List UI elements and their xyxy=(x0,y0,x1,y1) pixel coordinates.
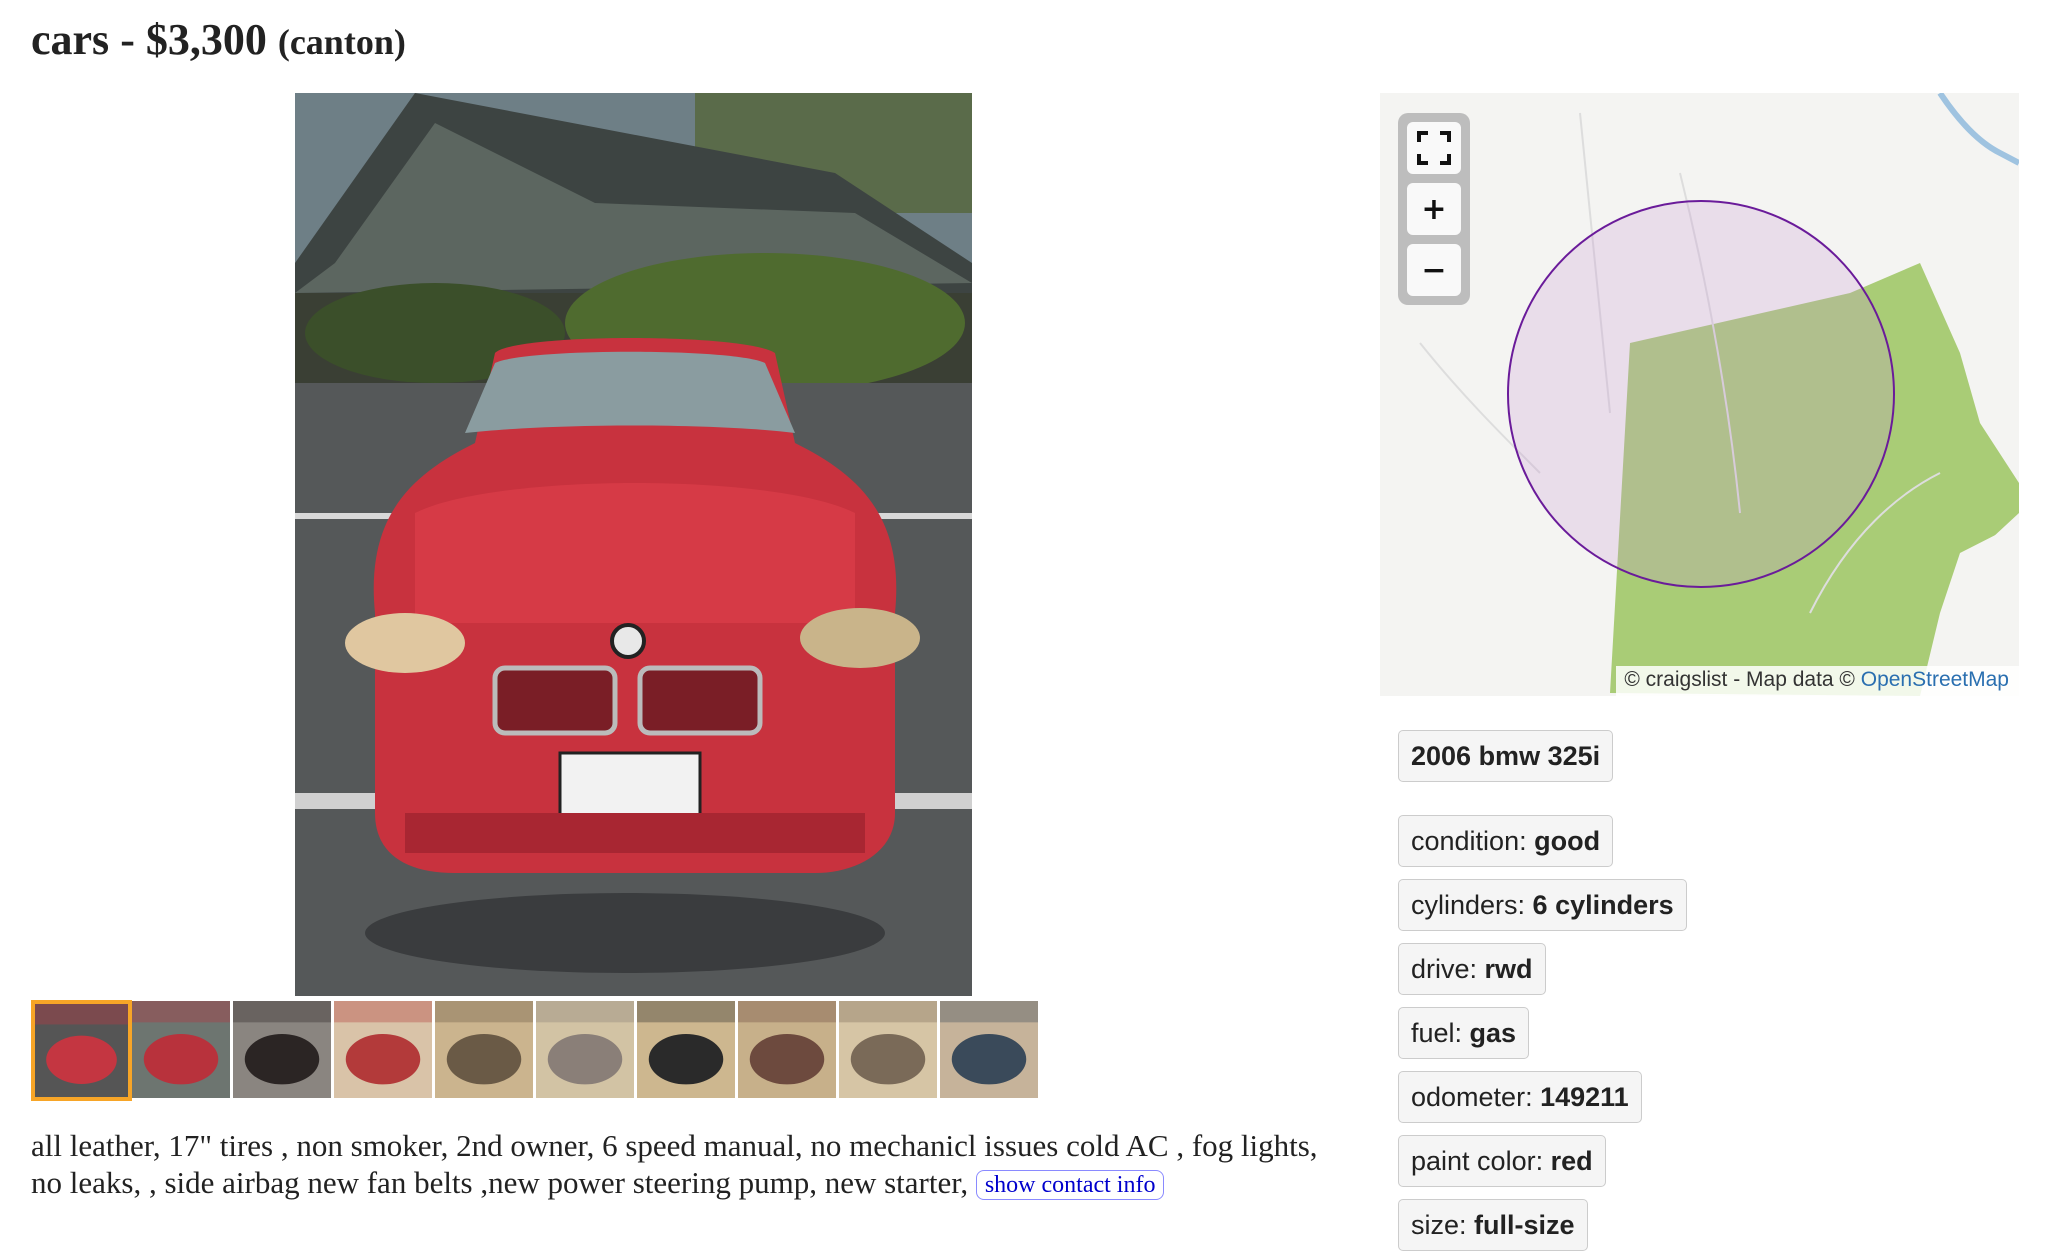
attribution-text: © craigslist - Map data © xyxy=(1624,668,1861,691)
attribute-value: gas xyxy=(1469,1018,1517,1048)
attribute-paint-color: paint color: red xyxy=(1398,1135,1606,1187)
thumbnail-4[interactable] xyxy=(334,1001,432,1098)
car-photo-image xyxy=(295,93,972,996)
attribute-label: drive: xyxy=(1411,954,1485,984)
attribute-label: cylinders: xyxy=(1411,890,1533,920)
show-contact-info-button[interactable]: show contact info xyxy=(975,1170,1165,1200)
attribute-value: red xyxy=(1550,1146,1593,1176)
attribute-size: size: full-size xyxy=(1398,1199,1588,1251)
main-photo[interactable] xyxy=(295,93,972,996)
location-text: (canton) xyxy=(277,22,406,62)
location-map[interactable]: + − © craigslist - Map data © OpenStreet… xyxy=(1380,93,2019,696)
vehicle-title: 2006 bmw 325i xyxy=(1411,741,1601,771)
openstreetmap-link[interactable]: OpenStreetMap xyxy=(1861,668,2009,691)
fullscreen-button[interactable] xyxy=(1407,122,1461,174)
attribute-value: full-size xyxy=(1474,1210,1575,1240)
attribute-label: fuel: xyxy=(1411,1018,1470,1048)
attribute-label: odometer: xyxy=(1411,1082,1541,1112)
attribute-label: paint color: xyxy=(1411,1146,1551,1176)
fullscreen-icon xyxy=(1417,131,1451,165)
thumbnail-9[interactable] xyxy=(839,1001,937,1098)
attribute-value: 149211 xyxy=(1540,1082,1629,1112)
attribute-value: 6 cylinders xyxy=(1532,890,1674,920)
thumbnail-1[interactable] xyxy=(31,1000,132,1101)
attribute-label: condition: xyxy=(1411,826,1535,856)
thumbnail-8[interactable] xyxy=(738,1001,836,1098)
posting-title: cars - $3,300 (canton) xyxy=(31,14,406,65)
zoom-out-button[interactable]: − xyxy=(1407,244,1461,296)
attribute-value: good xyxy=(1534,826,1601,856)
thumbnail-6[interactable] xyxy=(536,1001,634,1098)
attribute-value: rwd xyxy=(1484,954,1533,984)
category-text: cars xyxy=(31,15,110,64)
attribute-condition: condition: good xyxy=(1398,815,1614,867)
attribute-drive: drive: rwd xyxy=(1398,943,1546,995)
attribute-vehicle-title: 2006 bmw 325i xyxy=(1398,730,1614,782)
price-text: $3,300 xyxy=(145,15,267,64)
posting-body: all leather, 17" tires , non smoker, 2nd… xyxy=(31,1127,1331,1201)
thumbnail-3[interactable] xyxy=(233,1001,331,1098)
attribute-fuel: fuel: gas xyxy=(1398,1007,1530,1059)
map-controls: + − xyxy=(1398,113,1470,305)
search-radius-circle xyxy=(1507,200,1895,588)
attribute-label: size: xyxy=(1411,1210,1475,1240)
map-attribution: © craigslist - Map data © OpenStreetMap xyxy=(1616,666,2019,696)
map-tiles xyxy=(1380,93,2019,696)
thumbnail-7[interactable] xyxy=(637,1001,735,1098)
attribute-cylinders: cylinders: 6 cylinders xyxy=(1398,879,1687,931)
title-separator: - xyxy=(109,15,146,64)
zoom-in-button[interactable]: + xyxy=(1407,183,1461,235)
thumbnail-10[interactable] xyxy=(940,1001,1038,1098)
thumbnail-5[interactable] xyxy=(435,1001,533,1098)
attribute-odometer: odometer: 149211 xyxy=(1398,1071,1642,1123)
thumbnail-2[interactable] xyxy=(132,1001,230,1098)
